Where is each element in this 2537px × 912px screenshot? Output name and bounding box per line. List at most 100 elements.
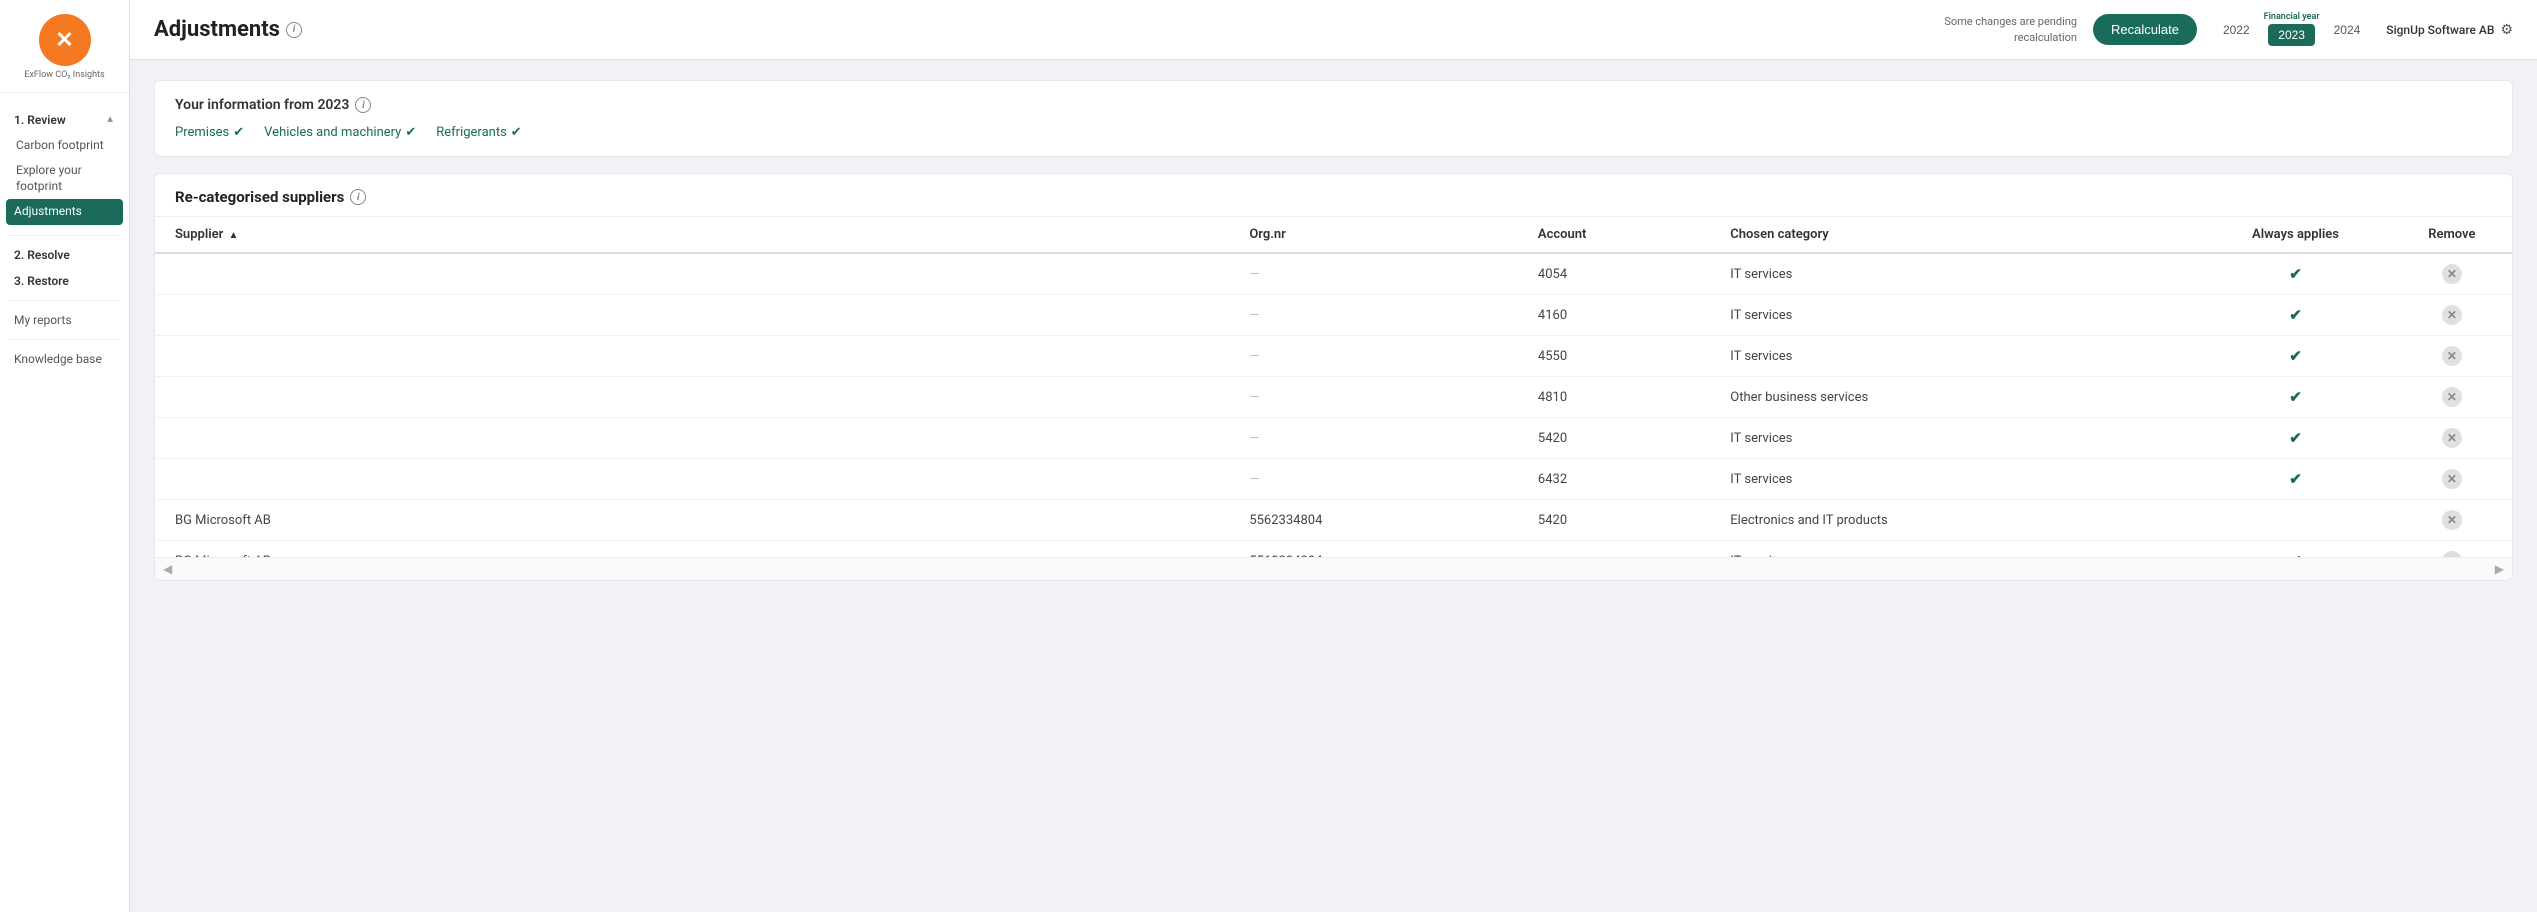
settings-icon[interactable]: ⚙ <box>2500 22 2513 38</box>
col-header-always[interactable]: Always applies <box>2199 217 2391 253</box>
table-section: Re-categorised suppliers i Supplier ▲ Or… <box>154 173 2513 581</box>
always-applies-check: ✔ <box>2289 470 2302 488</box>
always-applies-check: ✔ <box>2289 347 2302 365</box>
year-2023-wrapper: Financial year 2023 <box>2264 13 2320 46</box>
sidebar-item-my-reports[interactable]: My reports <box>0 307 129 333</box>
info-section: Your information from 2023 i Premises ✔ … <box>154 80 2513 157</box>
page-title: Adjustments <box>154 17 280 42</box>
cell-supplier: BG Microsoft AB <box>155 541 1237 558</box>
cell-org: — <box>1237 418 1526 459</box>
section-3-label: 3. Restore <box>14 274 69 288</box>
sidebar-section-1-review[interactable]: 1. Review ▲ <box>0 107 129 133</box>
info-section-icon[interactable]: i <box>355 97 371 113</box>
cell-org: — <box>1237 295 1526 336</box>
user-section: SignUp Software AB ⚙ <box>2386 22 2513 38</box>
table-row: BG Microsoft AB55623348045420Electronics… <box>155 500 2512 541</box>
pending-status: Some changes are pending recalculation <box>1944 14 2077 45</box>
recalculate-button[interactable]: Recalculate <box>2093 14 2197 45</box>
vehicles-checkmark: ✔ <box>405 125 416 140</box>
remove-row-button[interactable]: ✕ <box>2442 346 2462 366</box>
year-2023-button[interactable]: 2023 <box>2268 24 2315 46</box>
cell-category: IT services <box>1718 253 2199 295</box>
col-header-category[interactable]: Chosen category <box>1718 217 2199 253</box>
sidebar-section-3-restore[interactable]: 3. Restore <box>0 268 129 294</box>
user-name: SignUp Software AB <box>2386 23 2494 37</box>
always-applies-check: ✔ <box>2289 265 2302 283</box>
title-info-icon[interactable]: i <box>286 22 302 38</box>
cell-supplier <box>155 459 1237 500</box>
cell-category: Other business services <box>1718 377 2199 418</box>
table-row: —6432IT services✔✕ <box>155 459 2512 500</box>
remove-row-button[interactable]: ✕ <box>2442 510 2462 530</box>
cell-always-applies: ✔ <box>2199 418 2391 459</box>
sort-arrow-supplier: ▲ <box>228 230 238 241</box>
cell-supplier <box>155 418 1237 459</box>
cell-always-applies: ✔ <box>2199 459 2391 500</box>
cell-remove: ✕ <box>2392 295 2512 336</box>
sidebar-item-carbon-footprint[interactable]: Carbon footprint <box>0 133 129 159</box>
cell-remove: ✕ <box>2392 418 2512 459</box>
remove-row-button[interactable]: ✕ <box>2442 551 2462 557</box>
remove-row-button[interactable]: ✕ <box>2442 469 2462 489</box>
logo-icon: ✕ <box>39 14 91 66</box>
cell-category: IT services <box>1718 295 2199 336</box>
cell-account: 4160 <box>1526 295 1718 336</box>
cell-category: IT services <box>1718 459 2199 500</box>
cell-category: IT services <box>1718 541 2199 558</box>
cell-account: 4054 <box>1526 253 1718 295</box>
table-row: BG Microsoft AB5562334804—IT services ✔ ✕ <box>155 541 2512 558</box>
col-header-account[interactable]: Account <box>1526 217 1718 253</box>
year-2022-button[interactable]: 2022 <box>2213 19 2260 41</box>
divider-2 <box>10 300 119 301</box>
remove-row-button[interactable]: ✕ <box>2442 387 2462 407</box>
divider-1 <box>10 235 119 236</box>
section-2-label: 2. Resolve <box>14 248 70 262</box>
scroll-right-arrow[interactable]: ▶ <box>2495 562 2504 576</box>
scroll-left-arrow[interactable]: ◀ <box>163 562 172 576</box>
logo-area: ✕ ExFlow CO₂ Insights <box>0 0 129 93</box>
vehicles-link[interactable]: Vehicles and machinery ✔ <box>264 125 416 140</box>
year-2024-button[interactable]: 2024 <box>2324 19 2371 41</box>
remove-row-button[interactable]: ✕ <box>2442 305 2462 325</box>
always-applies-check: ✔ <box>2289 552 2302 557</box>
sidebar-item-adjustments[interactable]: Adjustments <box>6 199 123 225</box>
section-review: 1. Review ▲ Carbon footprint Explore you… <box>0 103 129 229</box>
sidebar-nav: 1. Review ▲ Carbon footprint Explore you… <box>0 93 129 382</box>
remove-row-button[interactable]: ✕ <box>2442 428 2462 448</box>
table-title: Re-categorised suppliers <box>175 188 344 206</box>
sidebar-item-knowledge-base[interactable]: Knowledge base <box>0 346 129 372</box>
col-header-org[interactable]: Org.nr <box>1237 217 1526 253</box>
cell-org: — <box>1237 253 1526 295</box>
table-row: —5420IT services✔✕ <box>155 418 2512 459</box>
table-wrapper[interactable]: Supplier ▲ Org.nr Account Chosen categor… <box>155 217 2512 557</box>
cell-remove: ✕ <box>2392 459 2512 500</box>
table-row: —4054IT services ✔ ✕ <box>155 253 2512 295</box>
sidebar: ✕ ExFlow CO₂ Insights 1. Review ▲ Carbon… <box>0 0 130 912</box>
col-header-supplier[interactable]: Supplier ▲ <box>155 217 1237 253</box>
sidebar-item-explore-footprint[interactable]: Explore your footprint <box>0 158 129 199</box>
header-right: Some changes are pending recalculation R… <box>1944 13 2513 46</box>
col-header-remove[interactable]: Remove <box>2392 217 2512 253</box>
cell-always-applies: ✔ <box>2199 253 2391 295</box>
cell-org: 5562334804 <box>1237 500 1526 541</box>
year-selector: 2022 Financial year 2023 2024 <box>2213 13 2370 46</box>
cell-org: 5562334804 <box>1237 541 1526 558</box>
refrigerants-link[interactable]: Refrigerants ✔ <box>436 125 521 140</box>
cell-always-applies: ✔ <box>2199 377 2391 418</box>
cell-always-applies <box>2199 500 2391 541</box>
cell-remove: ✕ <box>2392 541 2512 558</box>
cell-always-applies: ✔ <box>2199 295 2391 336</box>
table-row: —4160IT services✔ ✕ <box>155 295 2512 336</box>
cell-supplier <box>155 336 1237 377</box>
cell-remove: ✕ <box>2392 377 2512 418</box>
premises-link[interactable]: Premises ✔ <box>175 125 244 140</box>
sidebar-section-2-resolve[interactable]: 2. Resolve <box>0 242 129 268</box>
table-info-icon[interactable]: i <box>350 189 366 205</box>
table-row: —4550IT services✔✕ <box>155 336 2512 377</box>
cell-account: — <box>1526 541 1718 558</box>
always-applies-check: ✔ <box>2289 429 2302 447</box>
section-1-label: 1. Review <box>14 113 66 127</box>
cell-supplier <box>155 377 1237 418</box>
cell-remove: ✕ <box>2392 336 2512 377</box>
remove-row-button[interactable]: ✕ <box>2442 264 2462 284</box>
